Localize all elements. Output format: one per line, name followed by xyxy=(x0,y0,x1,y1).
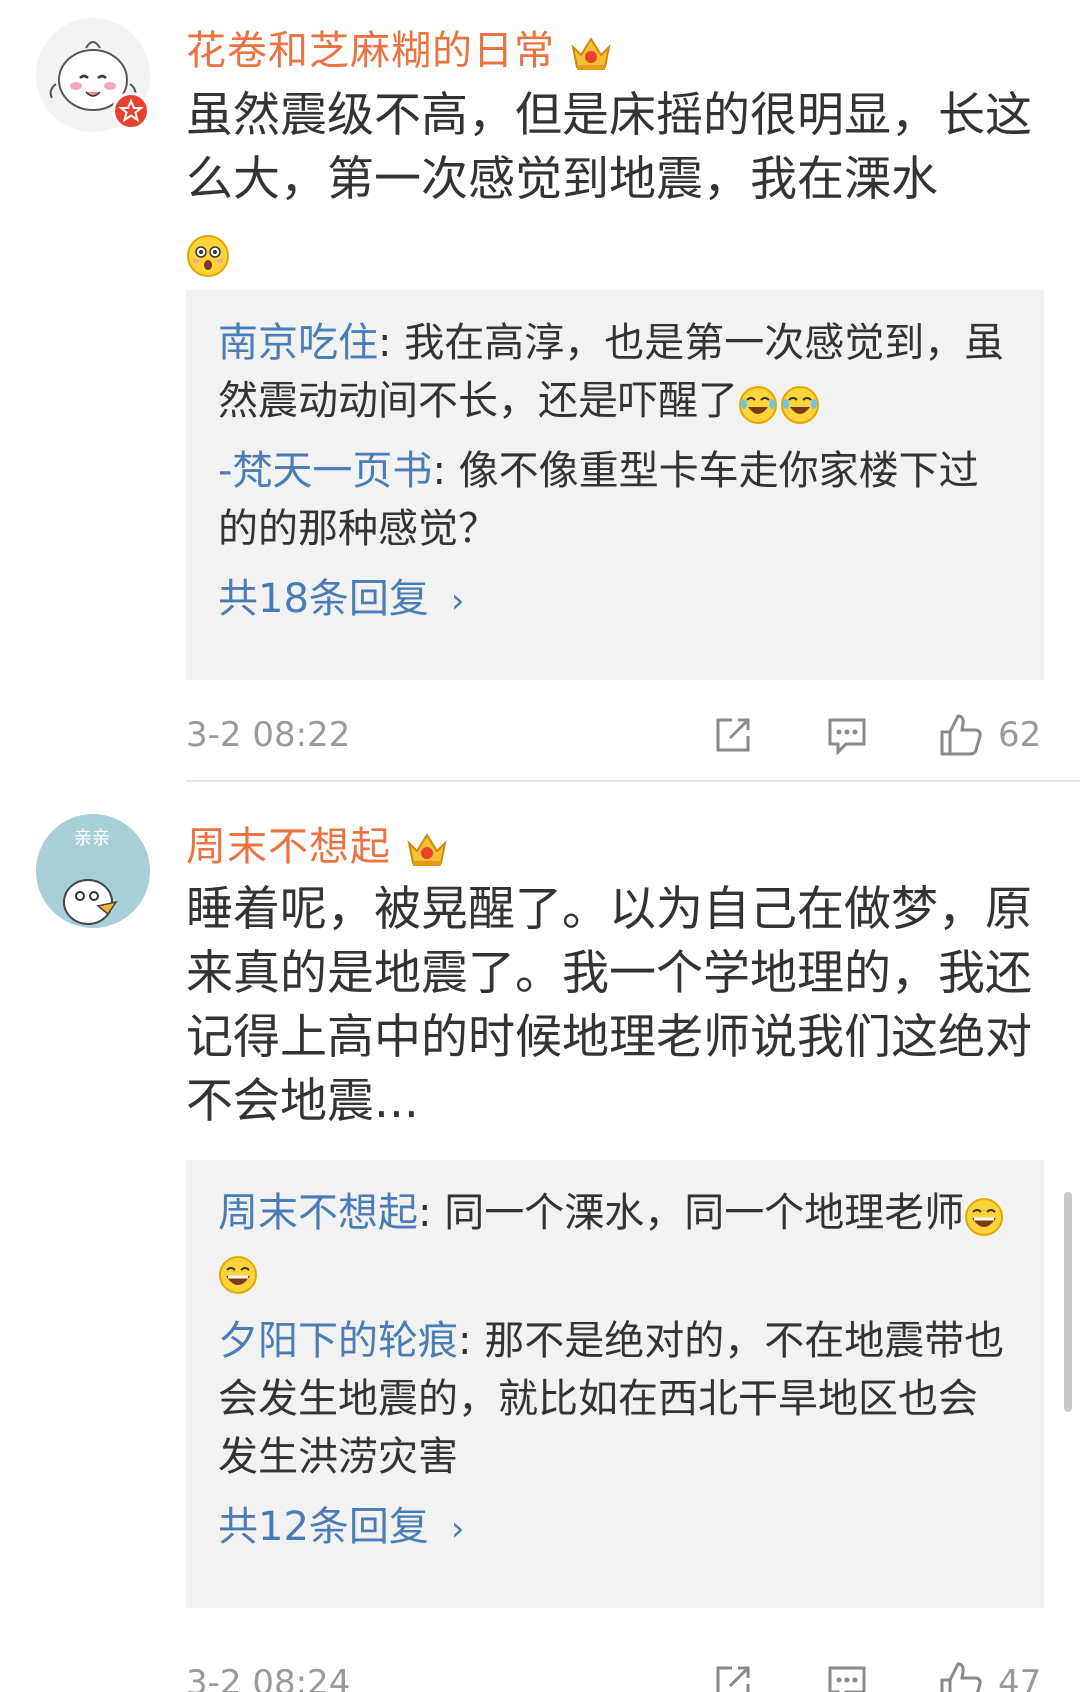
thumbs-up-icon[interactable] xyxy=(938,712,984,758)
reply-username[interactable]: 南京吃住 xyxy=(218,320,378,366)
reply-preview-box[interactable]: 南京吃住: 我在高淳，也是第一次感觉到，虽然震动动间不长，还是吓醒了 -梵天一页… xyxy=(186,290,1044,680)
grin-emoji-icon xyxy=(218,1253,258,1294)
thumbs-up-icon[interactable] xyxy=(938,1660,984,1692)
scrollbar[interactable] xyxy=(1064,1192,1072,1412)
comment-text: 虽然震级不高，但是床摇的很明显，长这么大，第一次感觉到地震，我在溧水 xyxy=(186,84,1046,282)
reply-preview-box[interactable]: 周末不想起: 同一个溧水，同一个地理老师 夕阳下的轮痕: 那不是绝对的，不在地震… xyxy=(186,1160,1044,1608)
comment-meta-bar: 3-2 08:22 62 xyxy=(186,710,1044,760)
surprised-emoji-icon xyxy=(186,231,230,277)
reply-item[interactable]: 南京吃住: 我在高淳，也是第一次感觉到，虽然震动动间不长，还是吓醒了 xyxy=(218,314,1012,430)
comment-item: 亲亲 周末不想起 睡着呢，被晃醒了。以为自己在做梦，原来真的是地震了。我一个学地… xyxy=(0,782,1080,1692)
comment-meta-bar: 3-2 08:24 47 xyxy=(186,1658,1044,1692)
chevron-right-icon: › xyxy=(450,1509,465,1549)
comment-item: 花卷和芝麻糊的日常 虽然震级不高，但是床摇的很明显，长这么大，第一次感觉到地震，… xyxy=(0,0,1080,782)
comment-username[interactable]: 周末不想起 xyxy=(186,814,449,872)
like-count: 62 xyxy=(998,715,1042,755)
reply-username[interactable]: 周末不想起 xyxy=(218,1190,418,1236)
verified-badge-icon xyxy=(112,92,150,130)
avatar[interactable]: 亲亲 xyxy=(36,814,150,928)
svg-text:亲亲: 亲亲 xyxy=(74,828,110,849)
comment-timestamp: 3-2 08:22 xyxy=(186,715,351,755)
crown-icon xyxy=(405,829,449,869)
chevron-right-icon: › xyxy=(450,581,465,621)
reply-item[interactable]: -梵天一页书: 像不像重型卡车走你家楼下过的的那种感觉？ xyxy=(218,442,1012,558)
reply-username[interactable]: -梵天一页书 xyxy=(218,448,432,494)
comment-text: 睡着呢，被晃醒了。以为自己在做梦，原来真的是地震了。我一个学地理的，我还记得上高… xyxy=(186,882,1032,1129)
reply-username[interactable]: 夕阳下的轮痕 xyxy=(218,1318,458,1364)
laugh-cry-emoji-icon xyxy=(738,383,778,424)
repost-icon[interactable] xyxy=(710,1660,756,1692)
reply-item[interactable]: 周末不想起: 同一个溧水，同一个地理老师 xyxy=(218,1184,1012,1300)
grin-emoji-icon xyxy=(964,1195,1004,1236)
laugh-cry-emoji-icon xyxy=(780,383,820,424)
repost-icon[interactable] xyxy=(710,712,756,758)
view-all-replies-link[interactable]: 共18条回复 › xyxy=(218,570,1012,630)
comment-timestamp: 3-2 08:24 xyxy=(186,1663,351,1692)
crown-icon xyxy=(569,33,613,73)
comment-icon[interactable] xyxy=(824,712,870,758)
like-count: 47 xyxy=(998,1663,1042,1692)
comment-icon[interactable] xyxy=(824,1660,870,1692)
view-all-replies-link[interactable]: 共12条回复 › xyxy=(218,1498,1012,1558)
reply-item[interactable]: 夕阳下的轮痕: 那不是绝对的，不在地震带也会发生地震的，就比如在西北干旱地区也会… xyxy=(218,1312,1012,1486)
comment-username[interactable]: 花卷和芝麻糊的日常 xyxy=(186,18,613,76)
